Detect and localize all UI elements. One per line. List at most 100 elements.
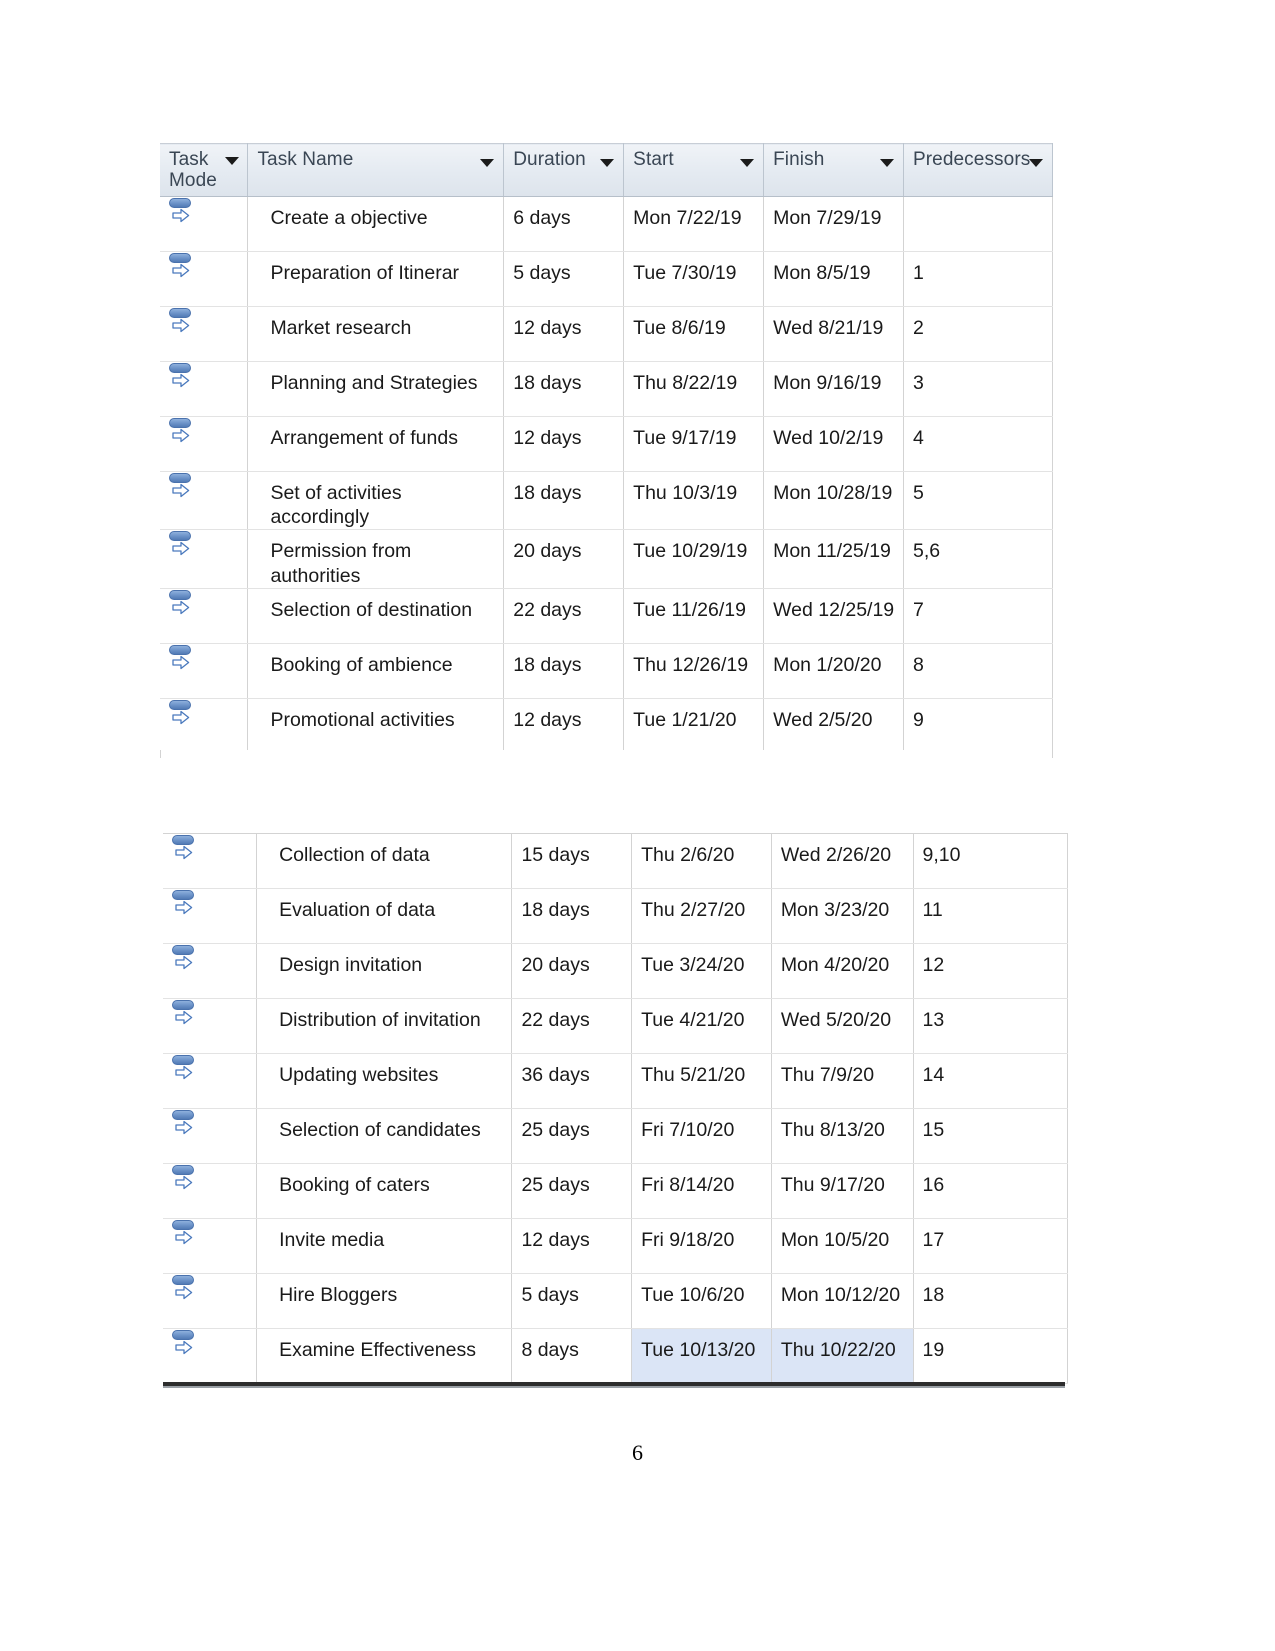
cell-finish[interactable]: Wed 5/20/20 (771, 998, 914, 1054)
cell-task-name[interactable]: Booking of caters (256, 1163, 513, 1219)
table-row[interactable]: Create a objective 6 days Mon 7/22/19 Mon 7… (160, 196, 1053, 252)
cell-task-name[interactable]: Distribution of invitation (256, 998, 513, 1054)
cell-predecessors[interactable]: 18 (913, 1273, 1068, 1329)
cell-start[interactable]: Tue 11/26/19 (623, 588, 765, 644)
cell-finish[interactable]: Mon 10/5/20 (771, 1218, 914, 1274)
column-header-predecessors[interactable]: Predecessors (903, 143, 1053, 197)
cell-task-name[interactable]: Arrangement of funds (247, 416, 505, 472)
cell-finish[interactable]: Thu 7/9/20 (771, 1053, 914, 1109)
cell-finish[interactable]: Mon 8/5/19 (763, 251, 904, 307)
cell-predecessors[interactable]: 5 (903, 471, 1053, 531)
cell-predecessors[interactable]: 14 (913, 1053, 1068, 1109)
cell-duration[interactable]: 15 days (511, 834, 633, 889)
cell-task-name[interactable]: Permission from authorities (247, 529, 505, 589)
cell-start[interactable]: Thu 5/21/20 (631, 1053, 772, 1109)
cell-start[interactable]: Tue 10/29/19 (623, 529, 765, 589)
cell-duration[interactable]: 20 days (503, 529, 625, 589)
cell-task-name[interactable]: Planning and Strategies (247, 361, 505, 417)
cell-start[interactable]: Tue 4/21/20 (631, 998, 772, 1054)
cell-predecessors[interactable]: 12 (913, 943, 1068, 999)
cell-task-name[interactable]: Hire Bloggers (256, 1273, 513, 1329)
chevron-down-icon[interactable] (1029, 159, 1043, 167)
cell-task-mode[interactable] (163, 1328, 258, 1384)
cell-task-mode[interactable] (163, 998, 258, 1054)
cell-predecessors[interactable]: 17 (913, 1218, 1068, 1274)
cell-finish[interactable]: Mon 10/12/20 (771, 1273, 914, 1329)
table-row[interactable]: Planning and Strategies 18 days Thu 8/22/1… (160, 361, 1053, 417)
cell-finish[interactable]: Mon 10/28/19 (763, 471, 904, 531)
cell-duration[interactable]: 8 days (511, 1328, 633, 1384)
cell-task-name[interactable]: Evaluation of data (256, 888, 513, 944)
cell-duration[interactable]: 18 days (503, 643, 625, 699)
cell-duration[interactable]: 6 days (503, 196, 625, 252)
cell-start[interactable]: Tue 10/6/20 (631, 1273, 772, 1329)
cell-start[interactable]: Thu 10/3/19 (623, 471, 765, 531)
cell-duration[interactable]: 12 days (503, 698, 625, 750)
cell-duration[interactable]: 18 days (503, 471, 625, 531)
cell-task-mode[interactable] (163, 943, 258, 999)
cell-predecessors[interactable]: 4 (903, 416, 1053, 472)
cell-task-name[interactable]: Invite media (256, 1218, 513, 1274)
cell-finish[interactable]: Wed 12/25/19 (763, 588, 904, 644)
cell-finish[interactable]: Wed 10/2/19 (763, 416, 904, 472)
cell-finish[interactable]: Wed 8/21/19 (763, 306, 904, 362)
cell-start[interactable]: Fri 8/14/20 (631, 1163, 772, 1219)
cell-task-mode[interactable] (163, 1218, 258, 1274)
cell-task-name[interactable]: Collection of data (256, 834, 513, 889)
table-row[interactable]: Selection of candidates 25 days Fri 7/10/2… (163, 1108, 1068, 1164)
chevron-down-icon[interactable] (879, 159, 894, 167)
cell-predecessors[interactable]: 2 (903, 306, 1053, 362)
table-row[interactable]: Selection of destination 22 days Tue 11/26… (160, 588, 1053, 644)
cell-task-name[interactable]: Selection of candidates (256, 1108, 513, 1164)
table-row[interactable]: Market research 12 days Tue 8/6/19 Wed 8/21… (160, 306, 1053, 362)
table-row[interactable]: Evaluation of data 18 days Thu 2/27/20 Mon … (163, 888, 1068, 944)
cell-finish[interactable]: Mon 7/29/19 (763, 196, 904, 252)
cell-task-name[interactable]: Promotional activities (247, 698, 505, 750)
cell-start[interactable]: Mon 7/22/19 (623, 196, 765, 252)
cell-duration[interactable]: 12 days (503, 416, 625, 472)
cell-predecessors[interactable] (903, 196, 1053, 252)
table-row[interactable]: Design invitation 20 days Tue 3/24/20 Mon 4… (163, 943, 1068, 999)
cell-start[interactable]: Tue 3/24/20 (631, 943, 772, 999)
cell-predecessors[interactable]: 8 (903, 643, 1053, 699)
chevron-down-icon[interactable] (225, 157, 240, 165)
cell-task-name[interactable]: Updating websites (256, 1053, 513, 1109)
cell-start[interactable]: Thu 12/26/19 (623, 643, 765, 699)
cell-duration[interactable]: 18 days (503, 361, 625, 417)
cell-duration[interactable]: 25 days (511, 1108, 633, 1164)
cell-predecessors[interactable]: 16 (913, 1163, 1068, 1219)
table-row[interactable]: Distribution of invitation 22 days Tue 4/2… (163, 998, 1068, 1054)
cell-predecessors[interactable]: 9 (903, 698, 1053, 750)
cell-finish[interactable]: Mon 1/20/20 (763, 643, 904, 699)
cell-start[interactable]: Tue 8/6/19 (623, 306, 765, 362)
cell-duration[interactable]: 5 days (511, 1273, 633, 1329)
cell-task-name[interactable]: Set of activities accordingly (247, 471, 505, 531)
table-row[interactable]: Updating websites 36 days Thu 5/21/20 Thu 7… (163, 1053, 1068, 1109)
cell-duration[interactable]: 22 days (503, 588, 625, 644)
table-row[interactable]: Examine Effectiveness 8 days Tue 10/13/20 T… (163, 1328, 1068, 1384)
cell-start[interactable]: Fri 7/10/20 (631, 1108, 772, 1164)
table-row[interactable]: Preparation of Itinerar 5 days Tue 7/30/19… (160, 251, 1053, 307)
cell-finish[interactable]: Thu 8/13/20 (771, 1108, 914, 1164)
cell-task-mode[interactable] (160, 529, 249, 589)
cell-task-mode[interactable] (160, 471, 249, 531)
cell-finish[interactable]: Mon 4/20/20 (771, 943, 914, 999)
cell-start[interactable]: Tue 9/17/19 (623, 416, 765, 472)
cell-start[interactable]: Thu 2/6/20 (631, 834, 772, 889)
cell-start[interactable]: Thu 2/27/20 (631, 888, 772, 944)
cell-duration[interactable]: 5 days (503, 251, 625, 307)
cell-predecessors[interactable]: 11 (913, 888, 1068, 944)
cell-task-mode[interactable] (160, 361, 249, 417)
cell-start[interactable]: Tue 1/21/20 (623, 698, 765, 750)
cell-task-mode[interactable] (163, 1108, 258, 1164)
table-row[interactable]: Booking of caters 25 days Fri 8/14/20 Thu 9… (163, 1163, 1068, 1219)
table-row[interactable]: Promotional activities 12 days Tue 1/21/20… (160, 698, 1053, 750)
cell-predecessors[interactable]: 9,10 (913, 834, 1068, 889)
cell-task-name[interactable]: Create a objective (247, 196, 505, 252)
cell-finish[interactable]: Thu 10/22/20 (771, 1328, 914, 1384)
column-header-duration[interactable]: Duration (503, 143, 625, 197)
cell-duration[interactable]: 36 days (511, 1053, 633, 1109)
cell-predecessors[interactable]: 13 (913, 998, 1068, 1054)
table-row[interactable]: Hire Bloggers 5 days Tue 10/6/20 Mon 10/12/… (163, 1273, 1068, 1329)
table-row[interactable]: Arrangement of funds 12 days Tue 9/17/19 We… (160, 416, 1053, 472)
